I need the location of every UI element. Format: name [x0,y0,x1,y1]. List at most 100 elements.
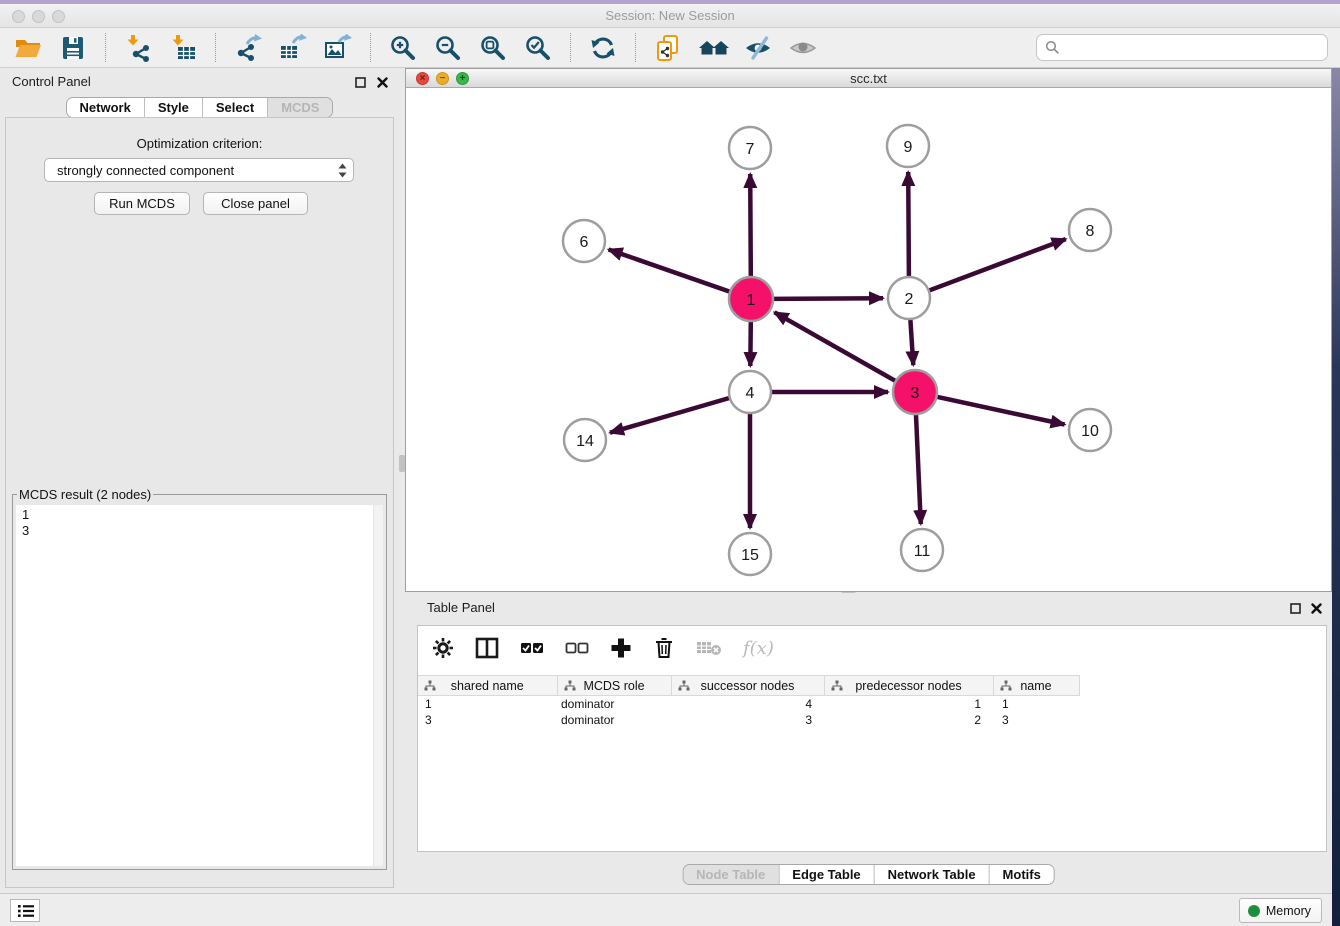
cell-mcds-role[interactable]: dominator [557,712,671,728]
tab-mcds: MCDS [267,98,332,117]
node-label-10: 10 [1081,423,1099,440]
deselect-all-button[interactable] [565,635,589,661]
export-network-button[interactable] [232,32,264,64]
toolbar-separator [105,33,106,62]
zoom-selected-button[interactable] [522,32,554,64]
mcds-result-textarea: 1 3 [16,505,383,866]
memory-button[interactable]: Memory [1239,898,1322,923]
node-label-7: 7 [746,141,755,158]
table-panel: Table Panel [405,594,1332,886]
search-input[interactable] [1065,39,1319,56]
annotations-button[interactable] [652,32,684,64]
open-session-button[interactable] [12,32,44,64]
hierarchy-icon [1000,680,1012,692]
export-table-button[interactable] [277,32,309,64]
mcds-result-fieldset: MCDS result (2 nodes) 1 3 [12,487,387,870]
cell-shared-name[interactable]: 1 [418,696,557,712]
cell-successor-nodes[interactable]: 3 [671,712,824,728]
memory-label: Memory [1266,904,1311,918]
close-panel-button[interactable]: Close panel [203,192,308,215]
checked-boxes-icon [520,637,544,659]
network-canvas[interactable]: 7968124314101511 [406,89,1331,591]
mcds-result-title: MCDS result (2 nodes) [17,487,153,502]
select-stepper-icon [338,163,347,178]
export-image-button[interactable] [322,32,354,64]
control-panel-tabs: NetworkStyleSelectMCDS [66,97,334,118]
cell-name[interactable]: 3 [993,712,1079,728]
edge-3-10[interactable] [938,397,1065,425]
export-network-icon [234,34,262,62]
close-panel-icon[interactable] [1309,601,1323,615]
cell-successor-nodes[interactable]: 4 [671,696,824,712]
column-header-successor-nodes[interactable]: successor nodes [671,676,824,696]
optimization-criterion-select[interactable]: strongly connected component [44,158,354,182]
delete-column-button[interactable] [653,635,675,661]
add-column-button[interactable] [610,635,632,661]
node-table-container: f(x) shared nameMCDS rolesuccessor nodes… [417,625,1327,852]
edge-1-2[interactable] [774,298,883,299]
show-all-button[interactable] [787,32,819,64]
tab-style[interactable]: Style [144,98,202,117]
tab-motifs[interactable]: Motifs [989,865,1054,884]
edge-2-8[interactable] [930,239,1066,290]
edge-2-3[interactable] [910,320,913,365]
import-network-icon [124,34,152,62]
edge-4-14[interactable] [610,398,729,433]
column-header-predecessor-nodes[interactable]: predecessor nodes [824,676,993,696]
select-value: strongly connected component [57,163,234,178]
edge-3-1[interactable] [775,312,896,380]
edge-1-4[interactable] [750,322,751,366]
float-panel-icon[interactable] [1288,601,1302,615]
zoom-selected-icon [524,34,552,62]
panel-layout-button[interactable] [475,635,499,661]
import-network-button[interactable] [122,32,154,64]
eye-icon [789,34,817,62]
cell-shared-name[interactable]: 3 [418,712,557,728]
edge-1-6[interactable] [609,250,730,292]
split-panel-icon [475,637,499,659]
edge-3-11[interactable] [916,415,921,524]
cell-name[interactable]: 1 [993,696,1079,712]
result-scrollbar[interactable] [373,505,383,866]
run-mcds-button[interactable]: Run MCDS [94,192,190,215]
zoom-fit-button[interactable] [477,32,509,64]
zoom-out-button[interactable] [432,32,464,64]
table-header-row: shared nameMCDS rolesuccessor nodesprede… [418,676,1079,696]
column-header-name[interactable]: name [993,676,1079,696]
node-table: shared nameMCDS rolesuccessor nodesprede… [418,675,1080,728]
table-settings-button[interactable] [432,635,454,661]
node-label-15: 15 [741,547,759,564]
houses-icon [698,34,730,62]
tab-edge-table[interactable]: Edge Table [778,865,873,884]
edge-2-9[interactable] [908,172,909,276]
task-history-button[interactable] [10,899,40,922]
control-panel-title: Control Panel [12,74,91,89]
float-panel-icon[interactable] [353,75,367,89]
tab-select[interactable]: Select [202,98,267,117]
hide-selected-button[interactable] [742,32,774,64]
close-panel-icon[interactable] [375,75,389,89]
import-table-button[interactable] [167,32,199,64]
home-views-button[interactable] [697,32,729,64]
zoom-fit-icon [479,34,507,62]
cell-predecessor-nodes[interactable]: 2 [824,712,993,728]
tab-network[interactable]: Network [67,98,144,117]
main-toolbar [0,28,1340,68]
column-header-mcds-role[interactable]: MCDS role [557,676,671,696]
cell-predecessor-nodes[interactable]: 1 [824,696,993,712]
table-toolbar: f(x) [418,626,1326,670]
desktop-wallpaper-right [1332,68,1340,926]
trash-icon [653,637,675,659]
table-panel-title: Table Panel [427,600,495,615]
hierarchy-icon [831,680,843,692]
tab-network-table[interactable]: Network Table [874,865,989,884]
refresh-view-button[interactable] [587,32,619,64]
cell-mcds-role[interactable]: dominator [557,696,671,712]
node-label-9: 9 [904,139,913,156]
save-session-button[interactable] [57,32,89,64]
column-header-shared-name[interactable]: shared name [418,676,557,696]
edge-1-7[interactable] [750,174,751,276]
zoom-in-button[interactable] [387,32,419,64]
search-icon [1045,40,1060,55]
select-all-button[interactable] [520,635,544,661]
